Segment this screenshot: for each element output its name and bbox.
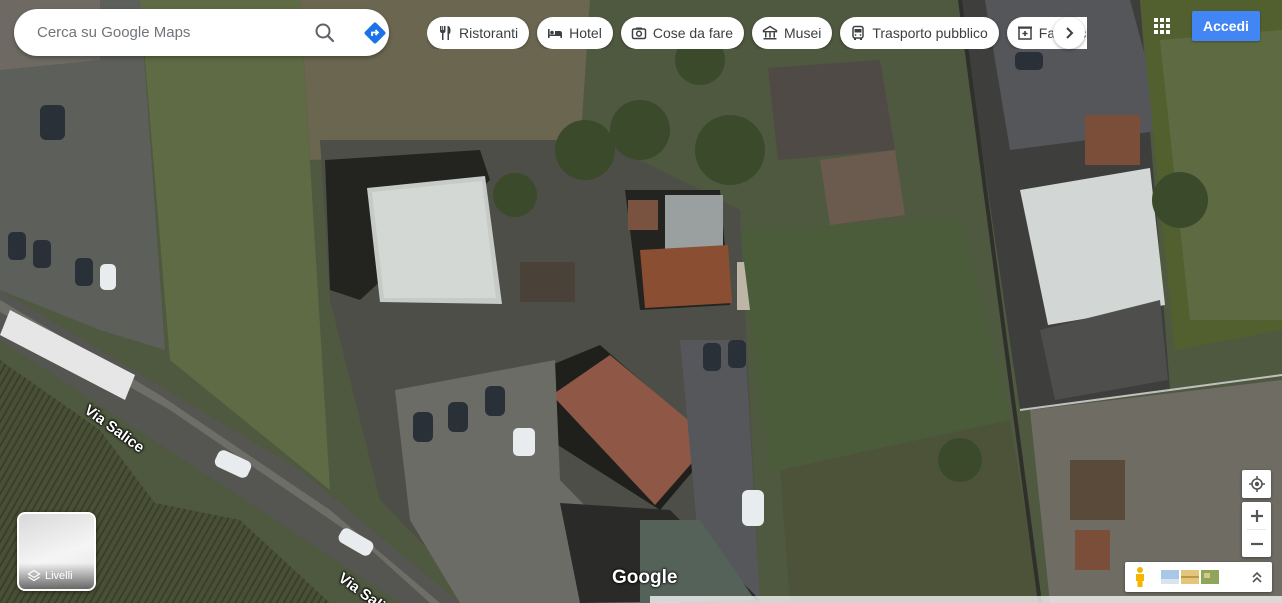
chip-ristoranti[interactable]: Ristoranti: [427, 17, 530, 49]
chip-hotel[interactable]: Hotel: [537, 17, 613, 49]
zoom-controls: [1242, 502, 1271, 557]
search-icon[interactable]: [313, 21, 337, 45]
search-box: [14, 9, 389, 56]
pegman-icon[interactable]: [1125, 562, 1155, 592]
zoom-out-button[interactable]: [1242, 530, 1271, 557]
crosshair-icon: [1248, 476, 1265, 492]
museum-icon: [762, 25, 778, 41]
bed-icon: [547, 25, 563, 41]
fork-knife-icon: [437, 25, 453, 41]
chevron-right-icon: [1066, 27, 1074, 39]
chip-trasporto-pubblico[interactable]: Trasporto pubblico: [840, 17, 999, 49]
satellite-map[interactable]: Via Salice Via Salice: [0, 0, 1282, 603]
layers-button[interactable]: Livelli: [17, 512, 96, 591]
chip-label: Musei: [784, 25, 822, 41]
camera-icon: [631, 25, 647, 41]
zoom-in-button[interactable]: [1242, 502, 1271, 529]
google-logo: Google: [612, 567, 678, 588]
traffic-thumbnail[interactable]: [1181, 570, 1199, 584]
chip-label: Cose da fare: [652, 25, 733, 41]
satellite-imagery: [0, 0, 1282, 603]
terrain-thumbnail[interactable]: [1161, 570, 1179, 584]
directions-icon[interactable]: [363, 21, 387, 45]
chip-musei[interactable]: Musei: [752, 17, 833, 49]
chips-next-button[interactable]: [1053, 17, 1085, 49]
apps-grid-icon[interactable]: [1150, 14, 1174, 38]
chip-label: Trasporto pubblico: [872, 25, 988, 41]
satellite-thumbnail[interactable]: [1201, 570, 1219, 584]
expand-icon[interactable]: [1250, 570, 1264, 584]
imagery-thumbnails: [1161, 570, 1219, 584]
plus-icon: [1250, 509, 1263, 522]
chip-label: Ristoranti: [459, 25, 519, 41]
minus-icon: [1250, 542, 1263, 545]
pharmacy-icon: [1017, 25, 1033, 41]
chip-cose-da-fare[interactable]: Cose da fare: [620, 17, 744, 49]
signin-button[interactable]: Accedi: [1192, 11, 1260, 41]
layers-label: Livelli: [45, 570, 73, 582]
category-chips: Ristoranti Hotel Cose da fare Musei Tras…: [427, 17, 1087, 49]
search-input[interactable]: [37, 24, 287, 41]
layers-label-bar: Livelli: [19, 563, 94, 589]
bottom-controls: [1125, 562, 1272, 592]
my-location-button[interactable]: [1242, 470, 1271, 498]
chip-label: Hotel: [569, 25, 602, 41]
layers-icon: [27, 569, 41, 582]
attribution-bar: [650, 596, 1282, 603]
bus-icon: [850, 25, 866, 41]
